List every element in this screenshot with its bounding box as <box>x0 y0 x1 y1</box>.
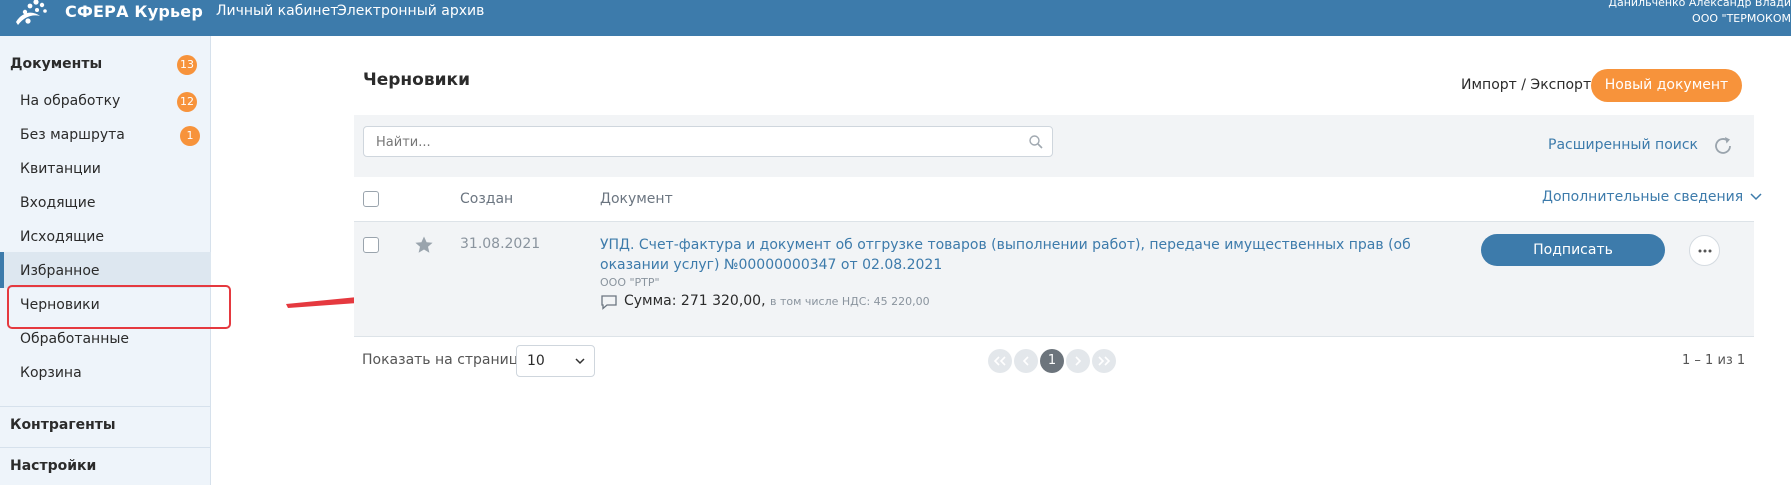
per-page-select[interactable]: 10 <box>516 345 595 377</box>
import-export-link[interactable]: Импорт / Экспорт <box>1461 77 1591 93</box>
app-window: СФЕРА Курьер Личный кабинет Электронный … <box>0 0 1791 485</box>
star-icon[interactable] <box>414 235 434 255</box>
sidebar-active-indicator <box>0 252 4 288</box>
sidebar-section-counterparties[interactable]: Контрагенты <box>10 417 116 433</box>
column-header-document[interactable]: Документ <box>600 191 673 207</box>
sidebar-item-trash[interactable]: Корзина <box>20 365 82 381</box>
sum-value: Сумма: 271 320,00, <box>624 293 766 309</box>
refresh-icon[interactable] <box>1711 134 1735 158</box>
first-page-button[interactable] <box>988 349 1012 373</box>
page-title: Черновики <box>363 70 470 90</box>
search-icon[interactable] <box>1028 134 1044 150</box>
per-page-value: 10 <box>527 353 545 369</box>
sidebar-item-favorites[interactable]: Избранное <box>20 263 100 279</box>
sign-button[interactable]: Подписать <box>1481 234 1665 266</box>
sidebar-section-documents[interactable]: Документы <box>10 56 102 72</box>
prev-page-button[interactable] <box>1014 349 1038 373</box>
comment-icon[interactable] <box>600 294 618 310</box>
extra-info-label: Дополнительные сведения <box>1542 189 1744 205</box>
last-page-button[interactable] <box>1092 349 1116 373</box>
sidebar-section-settings[interactable]: Настройки <box>10 458 96 474</box>
sidebar-divider <box>0 447 211 448</box>
annotation-highlight-box <box>7 285 231 329</box>
sidebar-item-outgoing[interactable]: Исходящие <box>20 229 104 245</box>
sidebar-item-incoming[interactable]: Входящие <box>20 195 95 211</box>
to-process-count-badge: 12 <box>177 92 197 112</box>
chevron-down-icon <box>1750 193 1762 201</box>
documents-count-badge: 13 <box>177 55 197 75</box>
user-name[interactable]: Данильченко Александр Влади <box>1608 0 1791 9</box>
sidebar-item-processed[interactable]: Обработанные <box>20 331 129 347</box>
app-name[interactable]: СФЕРА Курьер <box>65 2 203 21</box>
next-page-button[interactable] <box>1066 349 1090 373</box>
pagination-range: 1 – 1 из 1 <box>1682 353 1746 368</box>
nav-personal-cabinet[interactable]: Личный кабинет <box>216 3 338 19</box>
top-bar: СФЕРА Курьер Личный кабинет Электронный … <box>0 0 1791 36</box>
row-created-date: 31.08.2021 <box>460 236 541 252</box>
sidebar-item-to-process[interactable]: На обработку <box>20 93 120 109</box>
ellipsis-icon <box>1698 249 1712 253</box>
chevron-right-icon <box>1075 356 1082 366</box>
search-input[interactable] <box>376 133 996 151</box>
more-actions-button[interactable] <box>1689 235 1720 266</box>
sfera-logo-icon <box>16 0 47 25</box>
double-chevron-right-icon <box>1098 356 1111 366</box>
user-organization[interactable]: ООО "ТЕРМОКОМ <box>1692 12 1791 25</box>
per-page-label: Показать на странице: <box>362 352 532 368</box>
no-route-count-badge: 1 <box>180 126 200 146</box>
extra-info-dropdown[interactable]: Дополнительные сведения <box>1542 189 1762 205</box>
vat-value: в том числе НДС: 45 220,00 <box>770 295 930 308</box>
column-header-created[interactable]: Создан <box>460 191 513 207</box>
sidebar-item-receipts[interactable]: Квитанции <box>20 161 101 177</box>
sidebar-item-no-route[interactable]: Без маршрута <box>20 127 125 143</box>
advanced-search-link[interactable]: Расширенный поиск <box>1548 137 1698 153</box>
select-all-checkbox[interactable] <box>363 191 379 207</box>
chevron-down-icon <box>575 358 585 365</box>
document-counterparty: ООО "РТР" <box>600 276 660 289</box>
document-sum: Сумма: 271 320,00, в том числе НДС: 45 2… <box>624 293 930 309</box>
row-checkbox[interactable] <box>363 237 379 253</box>
chevron-left-icon <box>1022 356 1029 366</box>
search-field[interactable] <box>363 126 1053 157</box>
new-document-button[interactable]: Новый документ <box>1591 69 1742 102</box>
page-number-button[interactable]: 1 <box>1040 349 1064 373</box>
sidebar-divider <box>0 406 211 407</box>
document-title-link[interactable]: УПД. Счет-фактура и документ об отгрузке… <box>600 235 1420 275</box>
double-chevron-left-icon <box>993 356 1006 366</box>
nav-electronic-archive[interactable]: Электронный архив <box>337 3 484 19</box>
